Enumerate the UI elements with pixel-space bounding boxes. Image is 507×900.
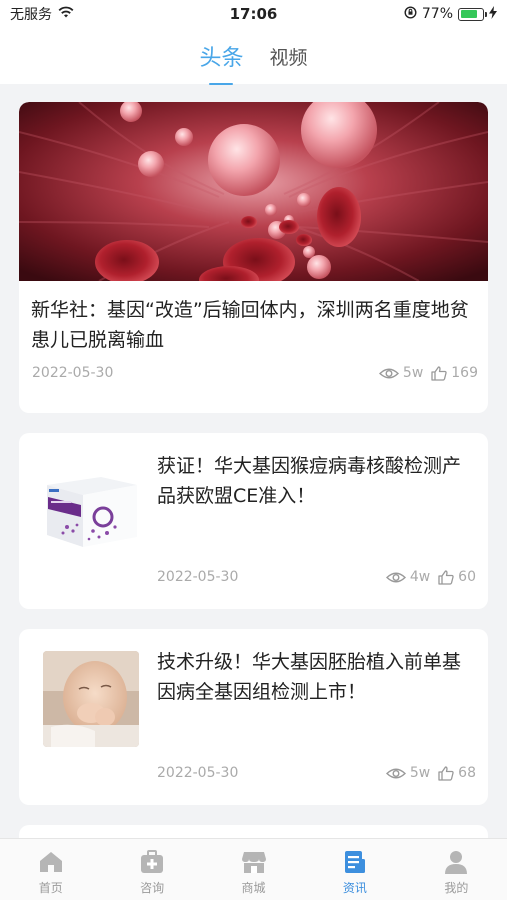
article-card-featured[interactable]: 新华社：基因“改造”后输回体内，深圳两名重度地贫患儿已脱离输血 2022-05-… xyxy=(19,102,488,413)
eye-icon xyxy=(385,572,406,582)
nav-store-label: 商城 xyxy=(241,881,266,895)
article-meta: 2022-05-30 5w 68 xyxy=(157,755,476,781)
eye-icon xyxy=(378,368,399,378)
tab-videos[interactable]: 视频 xyxy=(268,43,310,70)
nav-home-label: 首页 xyxy=(38,881,63,895)
battery-level xyxy=(460,10,477,18)
test-kit-box-image xyxy=(43,455,139,551)
tab-videos-label: 视频 xyxy=(269,46,308,69)
status-left: 无服务 xyxy=(10,4,200,24)
battery-percent: 77% xyxy=(421,6,453,22)
status-bar: 无服务 17:06 77% xyxy=(0,0,507,28)
view-count: 5w xyxy=(378,365,424,381)
bottom-tab-bar: 首页 咨询 商城 资讯 我的 xyxy=(0,838,507,900)
nav-consult-label: 咨询 xyxy=(140,881,165,895)
charging-bolt-icon xyxy=(489,5,497,23)
wifi-icon xyxy=(58,6,74,22)
user-icon xyxy=(445,851,468,874)
nav-news[interactable]: 资讯 xyxy=(304,839,405,900)
view-count-value: 5w xyxy=(409,765,431,781)
nav-profile[interactable]: 我的 xyxy=(406,839,507,900)
tab-headlines-label: 头条 xyxy=(199,46,244,71)
nav-home[interactable]: 首页 xyxy=(0,839,101,900)
nav-news-label: 资讯 xyxy=(342,881,367,895)
article-title: 获证！华大基因猴痘病毒核酸检测产品获欧盟CE准入！ xyxy=(157,455,462,507)
carrier-text: 无服务 xyxy=(10,7,52,23)
news-feed[interactable]: 新华社：基因“改造”后输回体内，深圳两名重度地贫患儿已脱离输血 2022-05-… xyxy=(0,84,507,838)
clock: 17:06 xyxy=(229,5,278,23)
view-count: 5w xyxy=(385,765,431,781)
article-date: 2022-05-30 xyxy=(32,365,114,381)
home-icon xyxy=(39,852,62,872)
red-blood-cells-image xyxy=(19,102,488,281)
article-card-partial[interactable] xyxy=(19,825,488,838)
tab-headlines[interactable]: 头条 xyxy=(197,40,245,85)
view-count-value: 4w xyxy=(409,569,431,585)
status-right: 77% xyxy=(307,5,497,23)
article-title: 技术升级！华大基因胚胎植入前单基因病全基因组检测上市！ xyxy=(157,651,462,703)
article-date: 2022-05-30 xyxy=(157,765,239,781)
article-meta: 2022-05-30 4w 60 xyxy=(157,559,476,585)
like-count[interactable]: 68 xyxy=(438,765,476,781)
article-card[interactable]: 技术升级！华大基因胚胎植入前单基因病全基因组检测上市！ 2022-05-30 5… xyxy=(19,629,488,805)
article-title: 新华社：基因“改造”后输回体内，深圳两名重度地贫患儿已脱离输血 xyxy=(31,299,469,351)
article-meta: 2022-05-30 5w 169 xyxy=(19,355,488,381)
nav-consult[interactable]: 咨询 xyxy=(101,839,202,900)
article-card[interactable]: 获证！华大基因猴痘病毒核酸检测产品获欧盟CE准入！ 2022-05-30 4w … xyxy=(19,433,488,609)
nav-profile-label: 我的 xyxy=(444,881,469,895)
article-date: 2022-05-30 xyxy=(157,569,239,585)
like-count[interactable]: 60 xyxy=(438,569,476,585)
store-icon xyxy=(241,852,266,873)
top-tab-bar: 头条 视频 xyxy=(0,28,507,85)
baby-photo-image xyxy=(43,651,139,747)
thumbs-up-icon xyxy=(438,569,454,585)
article-body: 技术升级！华大基因胚胎植入前单基因病全基因组检测上市！ 2022-05-30 5… xyxy=(139,647,476,805)
news-icon xyxy=(344,851,365,873)
orientation-lock-icon xyxy=(404,5,417,23)
thumbs-up-icon xyxy=(438,765,454,781)
like-count[interactable]: 169 xyxy=(431,365,478,381)
view-count-value: 5w xyxy=(402,365,424,381)
battery-icon xyxy=(458,7,487,21)
eye-icon xyxy=(385,768,406,778)
medical-kit-icon xyxy=(141,850,164,873)
nav-store[interactable]: 商城 xyxy=(203,839,304,900)
view-count: 4w xyxy=(385,569,431,585)
article-body: 获证！华大基因猴痘病毒核酸检测产品获欧盟CE准入！ 2022-05-30 4w … xyxy=(139,451,476,609)
like-count-value: 68 xyxy=(458,765,476,781)
like-count-value: 169 xyxy=(451,365,478,381)
like-count-value: 60 xyxy=(458,569,476,585)
thumbs-up-icon xyxy=(431,365,447,381)
